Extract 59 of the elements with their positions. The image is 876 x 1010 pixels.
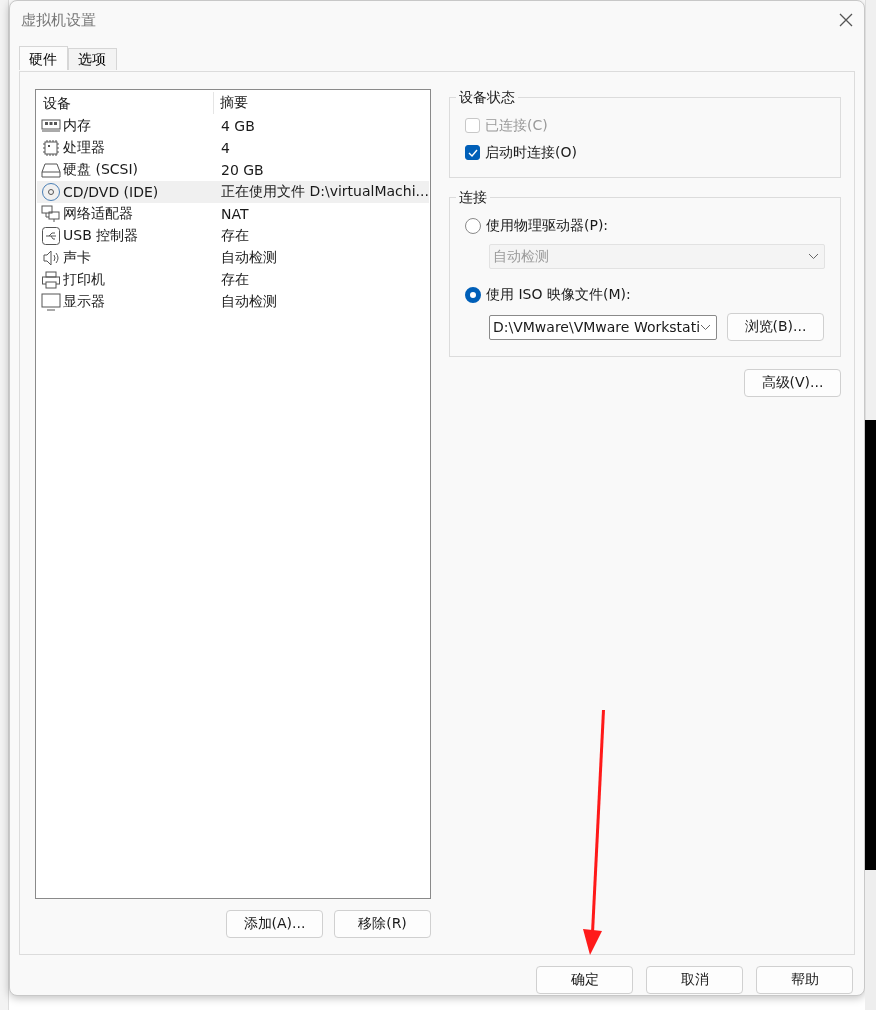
device-name: 硬盘 (SCSI) — [63, 161, 139, 179]
device-summary: 4 GB — [220, 118, 255, 134]
device-name: 显示器 — [63, 293, 105, 311]
column-header[interactable]: 设备 — [37, 92, 214, 114]
checkbox[interactable] — [465, 145, 480, 160]
checkbox-label: 已连接(C) — [485, 116, 548, 135]
dropdown[interactable]: D:\VMware\VMware Workstati — [489, 314, 717, 340]
group-title: 设备状态 — [456, 88, 518, 106]
device-summary: 自动检测 — [220, 249, 277, 267]
display-icon — [41, 292, 61, 312]
device-name: 内存 — [63, 117, 91, 135]
caret-icon — [808, 253, 819, 260]
device-name: 打印机 — [63, 271, 105, 289]
window-title: 虚拟机设置 — [21, 10, 96, 30]
device-summary: 20 GB — [220, 162, 264, 178]
device-row[interactable]: 网络适配器 NAT — [37, 203, 429, 225]
list-button[interactable]: 添加(A)... — [226, 910, 323, 938]
device-name: USB 控制器 — [63, 227, 139, 245]
device-summary: NAT — [220, 206, 249, 222]
device-row[interactable]: 声卡 自动检测 — [37, 247, 429, 269]
radio-button[interactable] — [465, 217, 481, 234]
radio-label: 使用物理驱动器(P): — [486, 216, 609, 235]
device-summary: 正在使用文件 D:\virtualMachi... — [220, 183, 429, 201]
radio-button[interactable] — [465, 286, 481, 303]
device-row[interactable]: 处理器 4 — [37, 137, 429, 159]
tab[interactable]: 硬件 — [19, 46, 68, 70]
device-summary: 存在 — [220, 227, 249, 245]
device-name: 声卡 — [63, 249, 91, 267]
device-row[interactable]: USB 控制器 存在 — [37, 225, 429, 247]
radio-label: 使用 ISO 映像文件(M): — [486, 285, 631, 304]
browse-button[interactable]: 浏览(B)... — [727, 313, 824, 341]
dialog-button[interactable]: 确定 — [536, 966, 633, 994]
device-summary: 自动检测 — [220, 293, 277, 311]
checkbox-label: 启动时连接(O) — [485, 143, 577, 162]
printer-icon — [41, 270, 61, 290]
device-row[interactable]: 硬盘 (SCSI) 20 GB — [37, 159, 429, 181]
advanced-button[interactable]: 高级(V)... — [744, 369, 841, 397]
device-name: CD/DVD (IDE) — [63, 184, 159, 200]
device-row[interactable]: 内存 4 GB — [37, 115, 429, 137]
device-row[interactable]: 打印机 存在 — [37, 269, 429, 291]
sound-icon — [41, 248, 61, 268]
device-name: 网络适配器 — [63, 205, 133, 223]
list-button[interactable]: 移除(R) — [334, 910, 431, 938]
device-summary: 存在 — [220, 271, 249, 289]
tab[interactable]: 选项 — [68, 48, 117, 70]
processor-icon — [41, 138, 61, 158]
device-row[interactable]: CD/DVD (IDE) 正在使用文件 D:\virtualMachi... — [37, 181, 429, 203]
close-icon[interactable] — [838, 12, 854, 28]
device-row[interactable]: 显示器 自动检测 — [37, 291, 429, 313]
device-name: 处理器 — [63, 139, 105, 157]
dialog-button[interactable]: 帮助 — [756, 966, 853, 994]
caret-icon — [700, 323, 712, 331]
group-title: 连接 — [456, 188, 490, 206]
column-header[interactable]: 摘要 — [214, 94, 248, 112]
dialog-button[interactable]: 取消 — [646, 966, 743, 994]
network-icon — [41, 204, 61, 224]
usb-icon — [41, 226, 61, 246]
device-summary: 4 — [220, 140, 230, 156]
optical-icon — [41, 182, 61, 202]
